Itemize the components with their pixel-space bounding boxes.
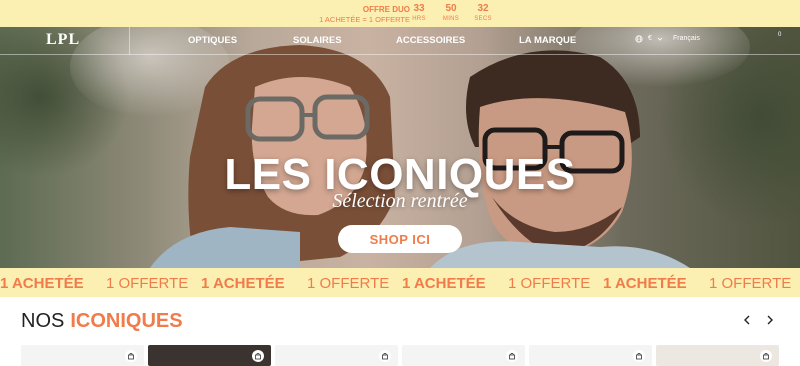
nav-divider (129, 27, 130, 55)
bag-icon[interactable] (125, 350, 137, 362)
countdown-value: 50 (445, 3, 457, 14)
countdown-unit: SECS (474, 16, 492, 22)
marquee-item: 1 ACHETÉE (402, 275, 486, 292)
bag-icon[interactable] (633, 350, 645, 362)
section-title-plain: NOS (21, 310, 65, 332)
globe-icon[interactable] (635, 35, 643, 45)
nav-item-la-marque[interactable]: LA MARQUE (519, 35, 576, 46)
nav-item-optiques[interactable]: OPTIQUES (188, 35, 237, 46)
bag-icon[interactable] (252, 350, 264, 362)
bag-icon[interactable] (506, 350, 518, 362)
currency-selector[interactable]: € (648, 35, 652, 42)
arrow-right-icon[interactable] (763, 312, 777, 328)
marquee-item: 1 ACHETÉE (201, 275, 285, 292)
product-card[interactable] (529, 345, 652, 366)
countdown-value: 33 (413, 3, 425, 14)
countdown-unit: HRS (412, 16, 426, 22)
promo-subtitle: 1 ACHETÉE = 1 OFFERTE (319, 15, 410, 24)
countdown-seconds: 32 SECS (468, 3, 498, 23)
language-selector[interactable]: Français (673, 35, 700, 42)
hero-subtitle: Sélection rentrée (332, 190, 468, 212)
promo-title: OFFRE DUO (362, 5, 410, 14)
bag-icon[interactable] (760, 350, 772, 362)
product-card[interactable] (656, 345, 779, 366)
promo-bar: OFFRE DUO 1 ACHETÉE = 1 OFFERTE 33 HRS 5… (0, 0, 800, 27)
countdown-unit: MINS (442, 16, 460, 22)
marquee-item: 1 ACHETÉE (603, 275, 687, 292)
product-card[interactable] (275, 345, 398, 366)
marquee-item: 1 OFFERTE (709, 275, 792, 292)
bag-icon[interactable] (379, 350, 391, 362)
countdown-value: 32 (477, 3, 489, 14)
chevron-down-icon[interactable] (657, 36, 663, 44)
nav-item-solaires[interactable]: SOLAIRES (293, 35, 342, 46)
section-title: NOS ICONIQUES (21, 310, 183, 333)
countdown-minutes: 50 MINS (436, 3, 466, 23)
section-title-accent: ICONIQUES (70, 310, 183, 332)
arrow-left-icon[interactable] (740, 312, 754, 328)
marquee-item: 1 OFFERTE (106, 275, 189, 292)
promo-offer: OFFRE DUO 1 ACHETÉE = 1 OFFERTE (300, 5, 410, 25)
shop-button[interactable]: SHOP ICI (338, 225, 462, 253)
marquee-item: 1 OFFERTE (307, 275, 390, 292)
marquee-item: 1 ACHETÉE (0, 275, 84, 292)
marquee-item: 1 OFFERTE (508, 275, 591, 292)
cart-count[interactable]: 0 (778, 32, 781, 38)
product-card[interactable] (148, 345, 271, 366)
logo[interactable]: LPL (46, 31, 80, 49)
nav-item-accessoires[interactable]: ACCESSOIRES (396, 35, 465, 46)
promo-marquee: 1 ACHETÉE 1 OFFERTE 1 ACHETÉE 1 OFFERTE … (0, 268, 800, 297)
product-card[interactable] (21, 345, 144, 366)
countdown-hours: 33 HRS (404, 3, 434, 23)
product-card[interactable] (402, 345, 525, 366)
